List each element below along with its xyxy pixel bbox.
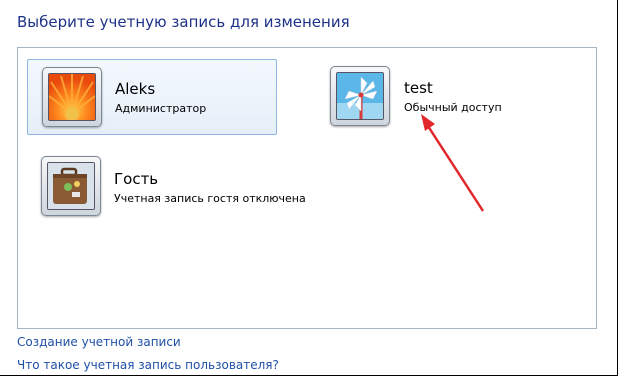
annotation-arrow-icon <box>421 114 485 212</box>
